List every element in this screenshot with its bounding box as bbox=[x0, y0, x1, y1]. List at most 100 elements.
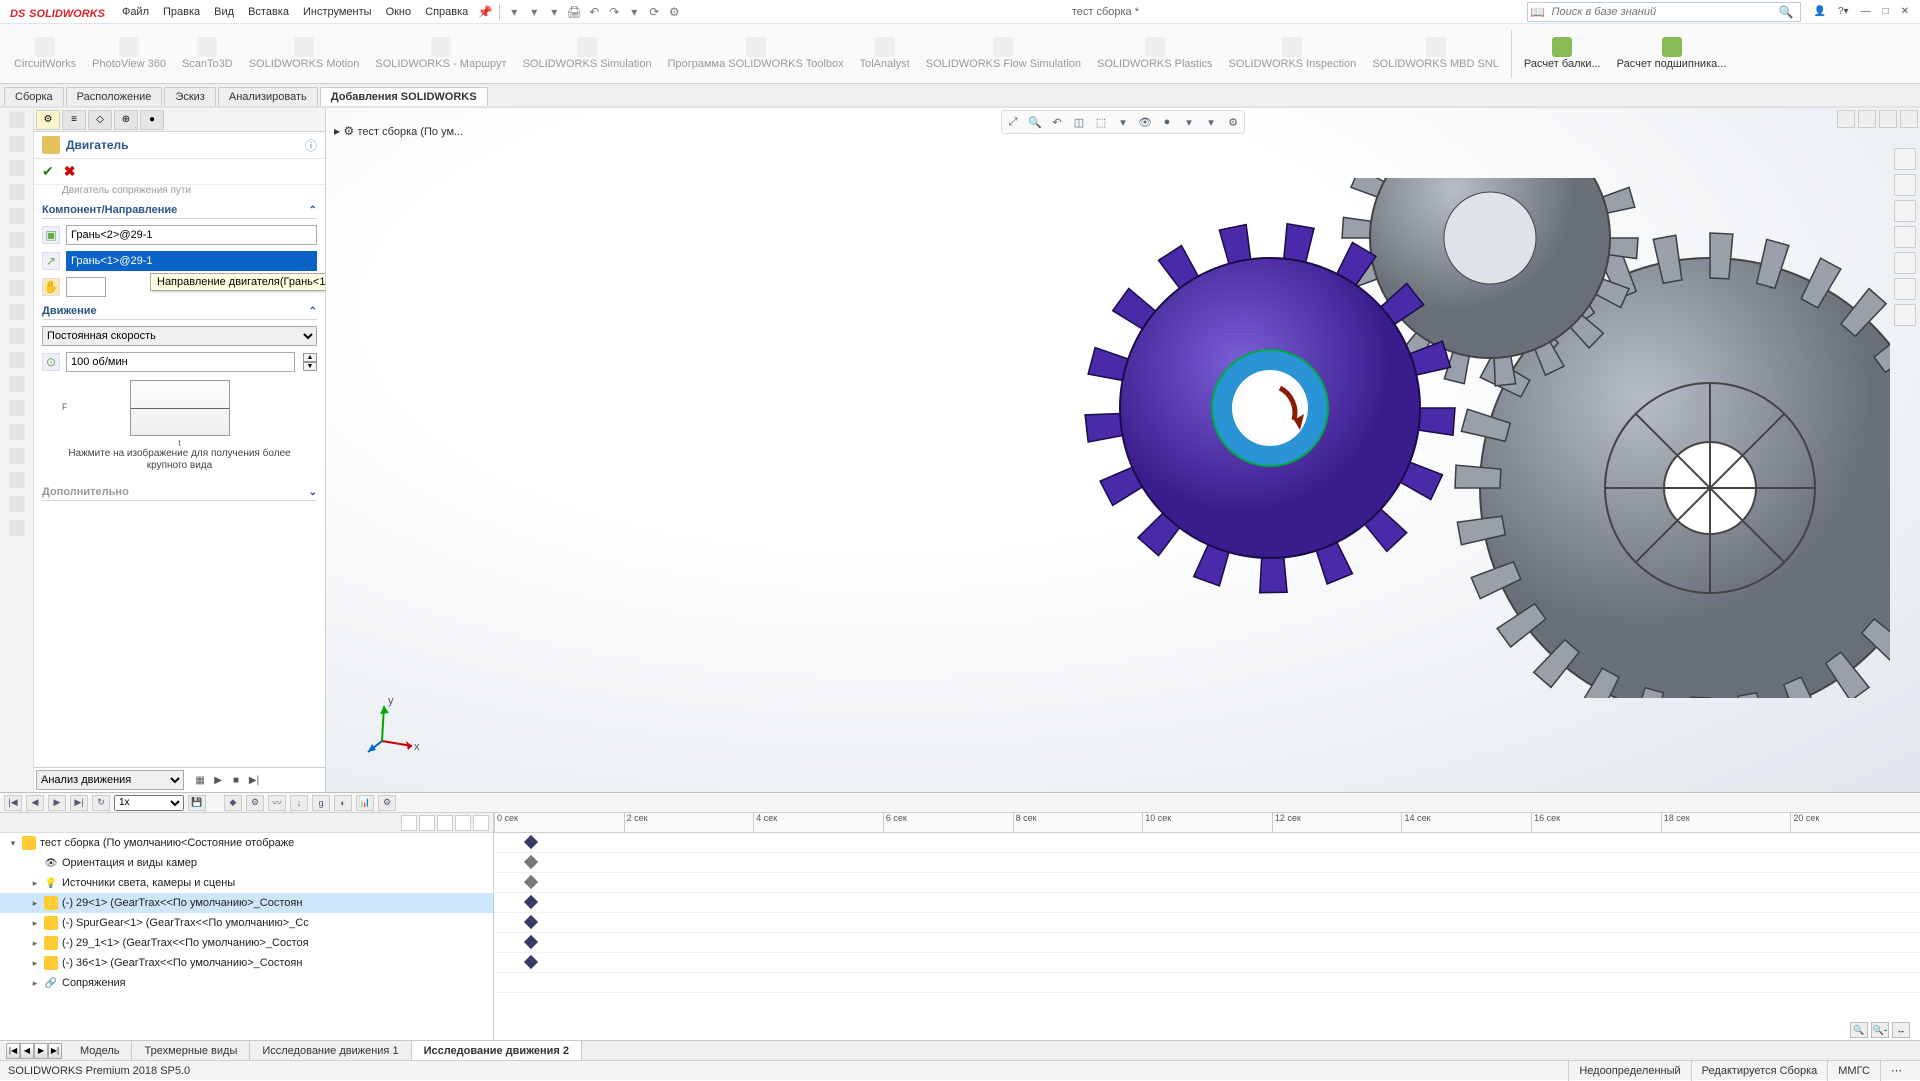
cmd-flow[interactable]: SOLIDWORKS Flow Simulation bbox=[918, 25, 1089, 83]
view-orient-icon[interactable]: ⬚ bbox=[1092, 113, 1110, 131]
search-box[interactable]: 📖 🔍 bbox=[1527, 2, 1801, 22]
vp-split-icon[interactable] bbox=[1837, 110, 1855, 128]
mt-play-icon[interactable]: ▶ bbox=[48, 795, 66, 811]
tool-icon[interactable] bbox=[9, 520, 25, 536]
tool-icon[interactable] bbox=[9, 400, 25, 416]
mt-start-icon[interactable]: |◀ bbox=[4, 795, 22, 811]
cmd-plastics[interactable]: SOLIDWORKS Plastics bbox=[1089, 25, 1221, 83]
panel-tab-config[interactable]: ≡ bbox=[62, 110, 86, 130]
tool-icon[interactable] bbox=[9, 112, 25, 128]
cancel-button[interactable]: ✖ bbox=[64, 163, 76, 180]
mt-rev-icon[interactable]: ◀ bbox=[26, 795, 44, 811]
motion-graph-thumb[interactable] bbox=[130, 380, 230, 436]
cmd-tolanalyst[interactable]: TolAnalyst bbox=[852, 25, 918, 83]
menu-insert[interactable]: Вставка bbox=[241, 1, 296, 23]
zoom-area-icon[interactable]: 🔍 bbox=[1026, 113, 1044, 131]
user-icon[interactable]: 👤 bbox=[1811, 6, 1829, 17]
timeline[interactable]: 0 сек2 сек 4 сек6 сек 8 сек10 сек 12 сек… bbox=[494, 813, 1920, 1040]
orientation-triad[interactable]: yx bbox=[362, 696, 422, 756]
mt-results-icon[interactable]: 📊 bbox=[356, 795, 374, 811]
tree-part-29-1[interactable]: ▸(-) 29_1<1> (GearTrax<<По умолчанию>_Со… bbox=[0, 933, 493, 953]
tree-orientation[interactable]: 👁Ориентация и виды камер bbox=[0, 853, 493, 873]
tab-addins[interactable]: Добавления SOLIDWORKS bbox=[320, 87, 488, 106]
breadcrumb[interactable]: ▸ ⚙ тест сборка (По ум... bbox=[334, 124, 463, 138]
timeline-ruler[interactable]: 0 сек2 сек 4 сек6 сек 8 сек10 сек 12 сек… bbox=[494, 813, 1920, 833]
filter-icon[interactable] bbox=[419, 815, 435, 831]
mt-opts-icon[interactable]: ⚙ bbox=[378, 795, 396, 811]
cmd-photoview[interactable]: PhotoView 360 bbox=[84, 25, 174, 83]
cmd-simulation[interactable]: SOLIDWORKS Simulation bbox=[515, 25, 660, 83]
tool-icon[interactable] bbox=[9, 184, 25, 200]
open-icon[interactable]: ▾ bbox=[527, 5, 541, 19]
render-icon[interactable]: ▾ bbox=[1202, 113, 1220, 131]
tl-zoom-in-icon[interactable]: 🔍+ bbox=[1850, 1022, 1868, 1038]
tool-icon[interactable] bbox=[9, 472, 25, 488]
cmd-bearing-calc[interactable]: Расчет подшипника... bbox=[1609, 25, 1735, 83]
scene-icon[interactable]: ▾ bbox=[1180, 113, 1198, 131]
cmd-motion[interactable]: SOLIDWORKS Motion bbox=[241, 25, 368, 83]
tab-model[interactable]: Модель bbox=[68, 1041, 132, 1061]
tp-view-icon[interactable] bbox=[1894, 226, 1916, 248]
graphics-viewport[interactable]: ▸ ⚙ тест сборка (По ум... ⤢🔍 ↶◫ ⬚▾ 👁● ▾▾… bbox=[326, 108, 1920, 792]
relative-icon[interactable]: ✋ bbox=[42, 278, 60, 296]
select-icon[interactable]: ▾ bbox=[627, 5, 641, 19]
tp-explorer-icon[interactable] bbox=[1894, 200, 1916, 222]
keyframe[interactable] bbox=[524, 935, 538, 949]
status-extra[interactable]: ⋯ bbox=[1880, 1061, 1912, 1081]
cmd-toolbox[interactable]: Программа SOLIDWORKS Toolbox bbox=[660, 25, 852, 83]
mt-key-icon[interactable]: ◆ bbox=[224, 795, 242, 811]
tp-custom-icon[interactable] bbox=[1894, 278, 1916, 300]
mt-motor-icon[interactable]: ⚙ bbox=[246, 795, 264, 811]
menu-edit[interactable]: Правка bbox=[156, 1, 207, 23]
tab-analyze[interactable]: Анализировать bbox=[218, 87, 318, 106]
tool-icon[interactable] bbox=[9, 208, 25, 224]
tl-zoom-out-icon[interactable]: 🔍- bbox=[1871, 1022, 1889, 1038]
tab-nav-next[interactable]: ▶ bbox=[34, 1043, 48, 1059]
keyframe[interactable] bbox=[524, 915, 538, 929]
tool-icon[interactable] bbox=[9, 328, 25, 344]
rebuild-icon[interactable]: ⟳ bbox=[647, 5, 661, 19]
cmd-beam-calc[interactable]: Расчет балки... bbox=[1516, 25, 1609, 83]
stop-icon[interactable]: ■ bbox=[229, 773, 243, 787]
tab-motion-2[interactable]: Исследование движения 2 bbox=[412, 1041, 582, 1061]
fwd-icon[interactable]: ▶| bbox=[247, 773, 261, 787]
tool-icon[interactable] bbox=[9, 376, 25, 392]
direction-face-input[interactable] bbox=[66, 251, 317, 271]
tool-icon[interactable] bbox=[9, 352, 25, 368]
menu-file[interactable]: Файл bbox=[115, 1, 156, 23]
tool-icon[interactable] bbox=[9, 280, 25, 296]
cmd-mbd[interactable]: SOLIDWORKS MBD SNL bbox=[1364, 25, 1507, 83]
section-extra[interactable]: Дополнительно⌄ bbox=[42, 484, 317, 501]
tab-3dviews[interactable]: Трехмерные виды bbox=[132, 1041, 250, 1061]
tool-icon[interactable] bbox=[9, 448, 25, 464]
tab-nav-prev[interactable]: ◀ bbox=[20, 1043, 34, 1059]
tp-resources-icon[interactable] bbox=[1894, 148, 1916, 170]
tool-icon[interactable] bbox=[9, 136, 25, 152]
section-icon[interactable]: ◫ bbox=[1070, 113, 1088, 131]
relative-input[interactable] bbox=[66, 277, 106, 297]
panel-tab-center[interactable]: ⊕ bbox=[114, 110, 138, 130]
save-icon[interactable]: ▾ bbox=[547, 5, 561, 19]
menu-tools[interactable]: Инструменты bbox=[296, 1, 379, 23]
vp-max-icon[interactable] bbox=[1858, 110, 1876, 128]
display-style-icon[interactable]: ▾ bbox=[1114, 113, 1132, 131]
help-icon[interactable]: ?▾ bbox=[1835, 6, 1852, 17]
cmd-inspection[interactable]: SOLIDWORKS Inspection bbox=[1221, 25, 1365, 83]
mt-force-icon[interactable]: ↓ bbox=[290, 795, 308, 811]
vp-min-icon[interactable] bbox=[1879, 110, 1897, 128]
zoom-fit-icon[interactable]: ⤢ bbox=[1004, 113, 1022, 131]
panel-tab-appearance[interactable]: ● bbox=[140, 110, 164, 130]
tool-icon[interactable] bbox=[9, 256, 25, 272]
tab-motion-1[interactable]: Исследование движения 1 bbox=[250, 1041, 411, 1061]
menu-view[interactable]: Вид bbox=[207, 1, 241, 23]
mt-spring-icon[interactable]: 〰 bbox=[268, 795, 286, 811]
status-units[interactable]: ММГС bbox=[1827, 1061, 1880, 1081]
tree-part-29[interactable]: ▸(-) 29<1> (GearTrax<<По умолчанию>_Сост… bbox=[0, 893, 493, 913]
mt-save-icon[interactable]: 💾 bbox=[188, 795, 206, 811]
speed-input[interactable] bbox=[66, 352, 295, 372]
panel-tab-display[interactable]: ◇ bbox=[88, 110, 112, 130]
mt-gravity-icon[interactable]: g bbox=[312, 795, 330, 811]
cmd-circuitworks[interactable]: CircuitWorks bbox=[6, 25, 84, 83]
keyframe[interactable] bbox=[524, 835, 538, 849]
tp-appearance-icon[interactable] bbox=[1894, 252, 1916, 274]
